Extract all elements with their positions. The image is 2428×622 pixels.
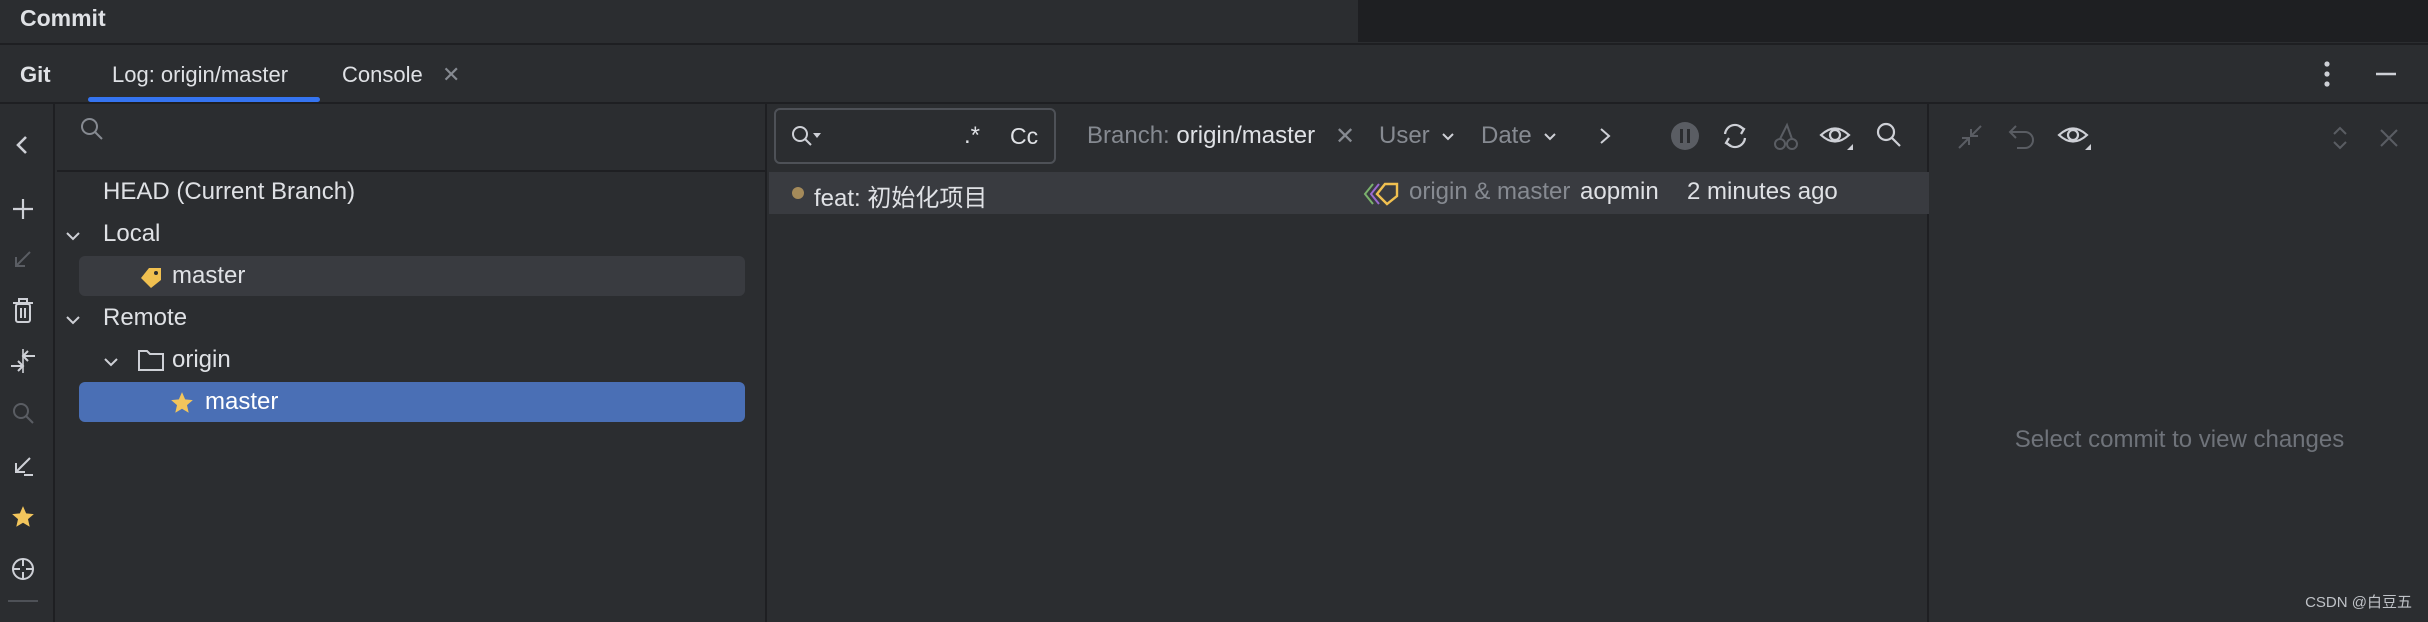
branch-filter-clear-icon[interactable]: ✕: [1335, 122, 1355, 151]
commit-details-panel: Select commit to view changes: [1931, 104, 2428, 622]
expand-collapse-icon: [2333, 126, 2347, 150]
chevron-right-icon[interactable]: [1597, 126, 1613, 146]
commit-author: aopmin: [1580, 178, 1659, 205]
tab-log[interactable]: Log: origin/master: [112, 62, 288, 88]
date-filter[interactable]: Date: [1481, 122, 1558, 150]
collapse-icon: [1958, 125, 1982, 149]
tab-console[interactable]: Console: [342, 62, 423, 88]
date-filter-label: Date: [1481, 122, 1532, 149]
eye-options-icon[interactable]: [1819, 120, 1855, 152]
match-case-toggle[interactable]: Cc: [1010, 123, 1038, 150]
branch-remote-master[interactable]: master: [205, 382, 278, 422]
toolbar-divider: [8, 600, 38, 602]
branch-group-local[interactable]: Local: [103, 214, 160, 254]
star-icon: [171, 392, 193, 413]
log-panel: .* Cc Branch: origin/master ✕ User Date …: [769, 104, 1929, 622]
commit-editor-area: [1358, 0, 2428, 42]
branch-group-remote[interactable]: Remote: [103, 298, 187, 338]
collapse-left-icon[interactable]: [8, 130, 38, 160]
git-toolwindow-title: Git: [20, 62, 51, 87]
refresh-icon[interactable]: [1719, 120, 1751, 152]
chevron-down-icon[interactable]: [101, 352, 121, 372]
commit-title: Commit: [20, 5, 106, 31]
chevron-down-icon[interactable]: [63, 226, 83, 246]
search-icon[interactable]: [1875, 120, 1903, 150]
commit-refs: origin & master: [1409, 178, 1571, 205]
chevron-down-icon: [1442, 132, 1455, 141]
cherry-pick-icon: [1774, 122, 1798, 150]
chevron-down-icon: [1544, 132, 1557, 141]
log-search-input[interactable]: .* Cc: [774, 108, 1056, 164]
close-icon: [2380, 129, 2398, 147]
chevron-down-icon[interactable]: [63, 310, 83, 330]
favorite-star-icon[interactable]: [8, 502, 38, 532]
branch-filter-label: Branch:: [1087, 122, 1170, 149]
eye-options-icon[interactable]: [2057, 120, 2093, 152]
search-history-icon[interactable]: [790, 124, 822, 150]
tag-icon: [141, 268, 161, 288]
branch-head[interactable]: HEAD (Current Branch): [103, 172, 355, 212]
compare-branches-icon[interactable]: [8, 346, 38, 376]
branch-refs-icon: [1363, 182, 1399, 206]
left-toolbar: [0, 104, 55, 622]
minimize-icon[interactable]: [2374, 60, 2398, 88]
commit-node-icon: [792, 187, 804, 199]
tab-console-close-icon[interactable]: ✕: [442, 62, 460, 88]
update-branch-icon: [8, 244, 38, 274]
watermark: CSDN @白豆五: [2305, 594, 2412, 611]
branch-filter-value: origin/master: [1176, 122, 1316, 149]
regex-toggle[interactable]: .*: [964, 122, 980, 150]
commit-row[interactable]: feat: 初始化项目 origin & master aopmin 2 min…: [769, 172, 1929, 214]
commit-date: 2 minutes ago: [1687, 178, 1838, 205]
revert-icon: [2008, 125, 2034, 149]
commit-toolwindow-header: Commit: [0, 0, 1356, 42]
add-branch-icon[interactable]: [8, 194, 38, 224]
branch-local-master[interactable]: master: [172, 256, 245, 296]
empty-details-message: Select commit to view changes: [2014, 426, 2345, 453]
folder-icon: [138, 350, 164, 371]
pause-icon[interactable]: [1669, 120, 1701, 152]
branches-panel: HEAD (Current Branch) Local master Remot…: [57, 104, 767, 622]
branch-group-origin[interactable]: origin: [172, 340, 231, 380]
branch-search-icon[interactable]: [79, 116, 105, 142]
navigate-target-icon[interactable]: [8, 554, 38, 584]
commit-message: feat: 初始化项目: [814, 185, 988, 212]
more-options-icon[interactable]: [2322, 60, 2332, 88]
user-filter[interactable]: User: [1379, 122, 1456, 150]
fetch-icon[interactable]: [8, 450, 38, 480]
search-icon: [8, 398, 38, 428]
user-filter-label: User: [1379, 122, 1430, 149]
branch-filter[interactable]: Branch: origin/master: [1087, 122, 1315, 150]
delete-branch-icon[interactable]: [8, 296, 38, 326]
